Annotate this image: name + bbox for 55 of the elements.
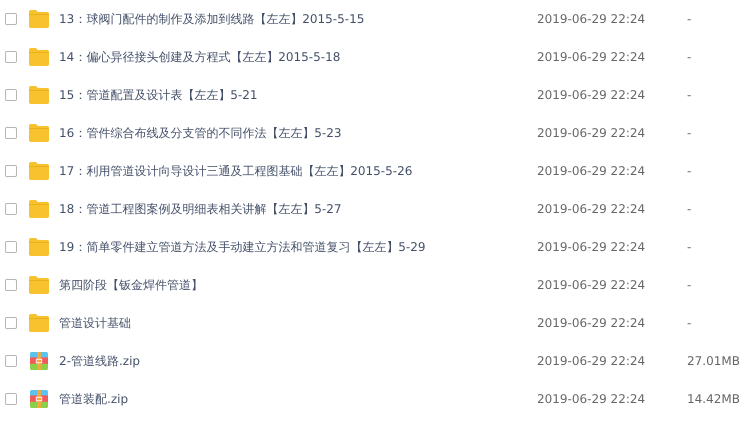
file-name[interactable]: 管道装配.zip [59, 390, 529, 408]
modified-date: 2019-06-29 22:24 [537, 278, 646, 292]
modified-date: 2019-06-29 22:24 [537, 12, 646, 26]
file-size: - [686, 12, 692, 26]
modified-date: 2019-06-29 22:24 [537, 392, 646, 406]
folder-icon [29, 314, 49, 332]
folder-icon [29, 86, 49, 104]
folder-icon [29, 200, 49, 218]
file-size: - [686, 240, 692, 254]
file-name[interactable]: 15：管道配置及设计表【左左】5-21 [59, 86, 529, 104]
file-size: 14.42MB [686, 392, 741, 406]
modified-date: 2019-06-29 22:24 [537, 126, 646, 140]
file-size: - [686, 278, 692, 292]
checkbox[interactable] [5, 165, 17, 177]
checkbox[interactable] [5, 203, 17, 215]
folder-icon [29, 162, 49, 180]
file-size: - [686, 50, 692, 64]
file-name[interactable]: 17：利用管道设计向导设计三通及工程图基础【左左】2015-5-26 [59, 162, 529, 180]
file-size: 27.01MB [686, 354, 741, 368]
checkbox[interactable] [5, 279, 17, 291]
checkbox[interactable] [5, 241, 17, 253]
file-size: - [686, 126, 692, 140]
checkbox[interactable] [5, 317, 17, 329]
checkbox[interactable] [5, 13, 17, 25]
checkbox[interactable] [5, 89, 17, 101]
modified-date: 2019-06-29 22:24 [537, 354, 646, 368]
file-size: - [686, 316, 692, 330]
file-size: - [686, 164, 692, 178]
checkbox[interactable] [5, 393, 17, 405]
modified-date: 2019-06-29 22:24 [537, 88, 646, 102]
file-name[interactable]: 第四阶段【钣金焊件管道】 [59, 276, 529, 294]
file-name[interactable]: 13：球阀门配件的制作及添加到线路【左左】2015-5-15 [59, 10, 529, 28]
folder-icon [29, 238, 49, 256]
modified-date: 2019-06-29 22:24 [537, 164, 646, 178]
file-name[interactable]: 管道设计基础 [59, 314, 529, 332]
folder-icon [29, 124, 49, 142]
folder-icon [29, 276, 49, 294]
file-name[interactable]: 14：偏心异径接头创建及方程式【左左】2015-5-18 [59, 48, 529, 66]
modified-date: 2019-06-29 22:24 [537, 50, 646, 64]
archive-icon [29, 390, 49, 408]
file-name[interactable]: 18：管道工程图案例及明细表相关讲解【左左】5-27 [59, 200, 529, 218]
file-size: - [686, 88, 692, 102]
file-size: - [686, 202, 692, 216]
archive-icon [29, 352, 49, 370]
folder-icon [29, 48, 49, 66]
checkbox[interactable] [5, 127, 17, 139]
folder-icon [29, 10, 49, 28]
file-name[interactable]: 2-管道线路.zip [59, 352, 529, 370]
modified-date: 2019-06-29 22:24 [537, 202, 646, 216]
checkbox[interactable] [5, 355, 17, 367]
modified-date: 2019-06-29 22:24 [537, 240, 646, 254]
file-name[interactable]: 16：管件综合布线及分支管的不同作法【左左】5-23 [59, 124, 529, 142]
file-name[interactable]: 19：简单零件建立管道方法及手动建立方法和管道复习【左左】5-29 [59, 238, 529, 256]
checkbox[interactable] [5, 51, 17, 63]
modified-date: 2019-06-29 22:24 [537, 316, 646, 330]
